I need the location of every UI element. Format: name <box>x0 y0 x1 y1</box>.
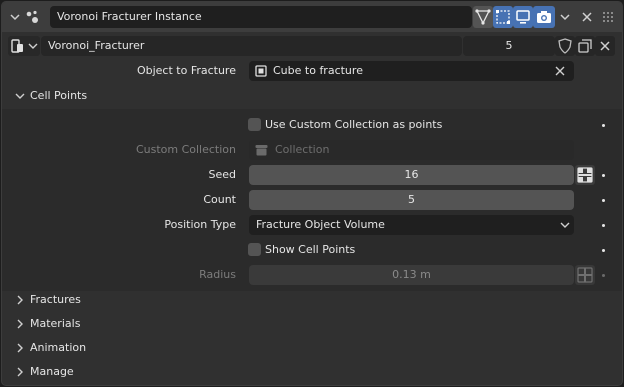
radius-value: 0.13 m <box>392 268 431 281</box>
geometry-nodes-modifier-icon <box>25 9 41 25</box>
position-type-label: Position Type <box>164 218 236 231</box>
fake-user-shield-button[interactable] <box>555 36 575 56</box>
materials-section-title: Materials <box>30 317 81 330</box>
manage-section-title: Manage <box>30 365 74 378</box>
count-label: Count <box>203 193 236 206</box>
show-cell-points-checkbox[interactable] <box>248 243 261 256</box>
object-to-fracture-label: Object to Fracture <box>136 64 236 77</box>
on-cage-toggle[interactable] <box>493 6 513 28</box>
show-cell-points-label: Show Cell Points <box>265 243 356 256</box>
edit-mode-toggle[interactable] <box>473 6 493 28</box>
chevron-right-icon <box>15 336 25 360</box>
chevron-right-icon <box>15 288 25 312</box>
cell-points-section-title: Cell Points <box>30 89 88 102</box>
keyframe-dot[interactable] <box>602 174 605 177</box>
cell-points-section-header[interactable]: Cell Points <box>2 84 622 108</box>
duplicate-node-group-button[interactable] <box>575 36 595 56</box>
keyframe-dot[interactable] <box>602 274 605 277</box>
drag-handle-icon[interactable] <box>602 11 614 23</box>
seed-node-socket-button[interactable] <box>575 165 595 185</box>
custom-collection-label: Custom Collection <box>135 143 236 156</box>
node-group-name-field[interactable]: Voronoi_Fracturer <box>41 36 462 56</box>
collapse-chevron-icon[interactable] <box>8 10 22 24</box>
count-value: 5 <box>408 193 415 206</box>
node-group-browse-button[interactable] <box>8 36 40 56</box>
chevron-down-icon <box>559 219 571 231</box>
radius-label: Radius <box>199 268 236 281</box>
node-group-name-text: Voronoi_Fracturer <box>48 39 145 52</box>
animation-section-title: Animation <box>30 341 87 354</box>
seed-value: 16 <box>404 168 419 181</box>
fractures-section-title: Fractures <box>30 293 81 306</box>
position-type-value: Fracture Object Volume <box>256 218 385 231</box>
object-to-fracture-value: Cube to fracture <box>273 64 363 77</box>
node-group-users-count[interactable]: 5 <box>463 36 555 56</box>
use-custom-collection-checkbox[interactable] <box>248 118 261 131</box>
manage-section-header[interactable]: Manage <box>2 360 622 384</box>
fractures-section-header[interactable]: Fractures <box>2 288 622 312</box>
modifier-name-text: Voronoi Fracturer Instance <box>57 10 202 23</box>
custom-collection-field[interactable]: Collection <box>249 140 574 160</box>
object-cube-icon <box>254 64 268 78</box>
modifier-panel: Voronoi Fracturer Instance Voronoi_Fract… <box>1 1 623 386</box>
clear-object-icon[interactable] <box>554 65 566 77</box>
modifier-name-field[interactable]: Voronoi Fracturer Instance <box>50 6 472 28</box>
modifier-header: Voronoi Fracturer Instance <box>2 2 622 32</box>
keyframe-dot[interactable] <box>602 224 605 227</box>
keyframe-dot[interactable] <box>602 199 605 202</box>
chevron-right-icon <box>15 312 25 336</box>
seed-slider[interactable]: 16 <box>249 165 574 185</box>
count-slider[interactable]: 5 <box>249 190 574 210</box>
remove-modifier-icon[interactable] <box>580 10 594 24</box>
unlink-node-group-button[interactable] <box>595 36 615 56</box>
dropdown-chevron-icon[interactable] <box>558 10 572 24</box>
radius-node-socket-button[interactable] <box>575 265 595 285</box>
object-to-fracture-field[interactable]: Cube to fracture <box>249 61 574 81</box>
keyframe-dot[interactable] <box>602 249 605 252</box>
radius-slider[interactable]: 0.13 m <box>249 265 574 285</box>
keyframe-dot[interactable] <box>602 124 605 127</box>
chevron-down-icon <box>15 84 25 108</box>
chevron-right-icon <box>15 360 25 384</box>
render-camera-toggle[interactable] <box>533 6 555 28</box>
custom-collection-placeholder: Collection <box>275 143 330 156</box>
materials-section-header[interactable]: Materials <box>2 312 622 336</box>
animation-section-header[interactable]: Animation <box>2 336 622 360</box>
viewport-display-toggle[interactable] <box>513 6 533 28</box>
collection-icon <box>255 144 268 156</box>
use-custom-collection-label: Use Custom Collection as points <box>265 118 443 131</box>
position-type-dropdown[interactable]: Fracture Object Volume <box>249 215 574 235</box>
seed-label: Seed <box>208 168 237 181</box>
users-count-text: 5 <box>505 39 513 52</box>
